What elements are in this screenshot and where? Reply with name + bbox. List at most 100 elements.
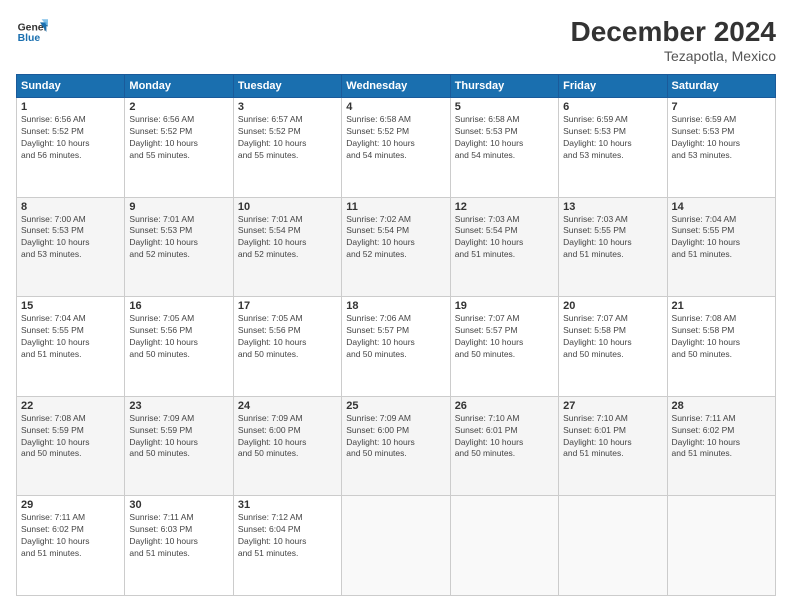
day-number: 23 [129,400,228,412]
col-monday: Monday [125,75,233,98]
logo: General Blue [16,16,48,48]
day-info: Sunrise: 7:11 AM Sunset: 6:03 PM Dayligh… [129,512,228,560]
table-row: 30Sunrise: 7:11 AM Sunset: 6:03 PM Dayli… [125,496,233,596]
day-info: Sunrise: 7:02 AM Sunset: 5:54 PM Dayligh… [346,214,445,262]
day-number: 4 [346,101,445,113]
day-info: Sunrise: 7:00 AM Sunset: 5:53 PM Dayligh… [21,214,120,262]
col-thursday: Thursday [450,75,558,98]
col-saturday: Saturday [667,75,775,98]
col-sunday: Sunday [17,75,125,98]
calendar-week-row: 1Sunrise: 6:56 AM Sunset: 5:52 PM Daylig… [17,98,776,198]
day-info: Sunrise: 7:04 AM Sunset: 5:55 PM Dayligh… [21,313,120,361]
table-row: 3Sunrise: 6:57 AM Sunset: 5:52 PM Daylig… [233,98,341,198]
table-row: 13Sunrise: 7:03 AM Sunset: 5:55 PM Dayli… [559,197,667,297]
day-number: 8 [21,201,120,213]
table-row: 12Sunrise: 7:03 AM Sunset: 5:54 PM Dayli… [450,197,558,297]
table-row [450,496,558,596]
day-info: Sunrise: 6:59 AM Sunset: 5:53 PM Dayligh… [672,114,771,162]
day-info: Sunrise: 6:57 AM Sunset: 5:52 PM Dayligh… [238,114,337,162]
table-row: 6Sunrise: 6:59 AM Sunset: 5:53 PM Daylig… [559,98,667,198]
day-info: Sunrise: 7:10 AM Sunset: 6:01 PM Dayligh… [455,413,554,461]
day-number: 12 [455,201,554,213]
table-row: 8Sunrise: 7:00 AM Sunset: 5:53 PM Daylig… [17,197,125,297]
table-row: 22Sunrise: 7:08 AM Sunset: 5:59 PM Dayli… [17,396,125,496]
subtitle: Tezapotla, Mexico [571,48,776,64]
day-number: 14 [672,201,771,213]
calendar-week-row: 8Sunrise: 7:00 AM Sunset: 5:53 PM Daylig… [17,197,776,297]
table-row: 15Sunrise: 7:04 AM Sunset: 5:55 PM Dayli… [17,297,125,397]
day-number: 6 [563,101,662,113]
day-number: 29 [21,499,120,511]
day-number: 13 [563,201,662,213]
day-number: 31 [238,499,337,511]
day-info: Sunrise: 7:05 AM Sunset: 5:56 PM Dayligh… [129,313,228,361]
day-number: 30 [129,499,228,511]
day-info: Sunrise: 7:04 AM Sunset: 5:55 PM Dayligh… [672,214,771,262]
day-info: Sunrise: 7:08 AM Sunset: 5:59 PM Dayligh… [21,413,120,461]
day-info: Sunrise: 7:07 AM Sunset: 5:58 PM Dayligh… [563,313,662,361]
day-info: Sunrise: 7:01 AM Sunset: 5:53 PM Dayligh… [129,214,228,262]
table-row [342,496,450,596]
day-number: 17 [238,300,337,312]
table-row: 24Sunrise: 7:09 AM Sunset: 6:00 PM Dayli… [233,396,341,496]
table-row: 19Sunrise: 7:07 AM Sunset: 5:57 PM Dayli… [450,297,558,397]
main-title: December 2024 [571,16,776,48]
day-number: 22 [21,400,120,412]
table-row: 7Sunrise: 6:59 AM Sunset: 5:53 PM Daylig… [667,98,775,198]
day-info: Sunrise: 7:07 AM Sunset: 5:57 PM Dayligh… [455,313,554,361]
day-number: 1 [21,101,120,113]
day-number: 2 [129,101,228,113]
day-info: Sunrise: 7:11 AM Sunset: 6:02 PM Dayligh… [21,512,120,560]
table-row: 1Sunrise: 6:56 AM Sunset: 5:52 PM Daylig… [17,98,125,198]
table-row: 4Sunrise: 6:58 AM Sunset: 5:52 PM Daylig… [342,98,450,198]
table-row: 28Sunrise: 7:11 AM Sunset: 6:02 PM Dayli… [667,396,775,496]
table-row: 27Sunrise: 7:10 AM Sunset: 6:01 PM Dayli… [559,396,667,496]
table-row: 11Sunrise: 7:02 AM Sunset: 5:54 PM Dayli… [342,197,450,297]
day-info: Sunrise: 7:03 AM Sunset: 5:54 PM Dayligh… [455,214,554,262]
day-number: 9 [129,201,228,213]
table-row: 14Sunrise: 7:04 AM Sunset: 5:55 PM Dayli… [667,197,775,297]
day-info: Sunrise: 7:10 AM Sunset: 6:01 PM Dayligh… [563,413,662,461]
day-number: 15 [21,300,120,312]
table-row: 16Sunrise: 7:05 AM Sunset: 5:56 PM Dayli… [125,297,233,397]
calendar-header-row: Sunday Monday Tuesday Wednesday Thursday… [17,75,776,98]
table-row: 23Sunrise: 7:09 AM Sunset: 5:59 PM Dayli… [125,396,233,496]
table-row: 25Sunrise: 7:09 AM Sunset: 6:00 PM Dayli… [342,396,450,496]
col-wednesday: Wednesday [342,75,450,98]
day-info: Sunrise: 7:09 AM Sunset: 5:59 PM Dayligh… [129,413,228,461]
day-number: 19 [455,300,554,312]
day-number: 7 [672,101,771,113]
day-info: Sunrise: 6:56 AM Sunset: 5:52 PM Dayligh… [129,114,228,162]
day-number: 10 [238,201,337,213]
table-row: 21Sunrise: 7:08 AM Sunset: 5:58 PM Dayli… [667,297,775,397]
svg-text:Blue: Blue [18,33,41,44]
day-number: 18 [346,300,445,312]
day-number: 28 [672,400,771,412]
day-number: 11 [346,201,445,213]
day-info: Sunrise: 6:56 AM Sunset: 5:52 PM Dayligh… [21,114,120,162]
day-info: Sunrise: 7:12 AM Sunset: 6:04 PM Dayligh… [238,512,337,560]
day-info: Sunrise: 6:58 AM Sunset: 5:52 PM Dayligh… [346,114,445,162]
table-row: 17Sunrise: 7:05 AM Sunset: 5:56 PM Dayli… [233,297,341,397]
day-info: Sunrise: 6:59 AM Sunset: 5:53 PM Dayligh… [563,114,662,162]
page-header: General Blue December 2024 Tezapotla, Me… [16,16,776,64]
day-info: Sunrise: 7:06 AM Sunset: 5:57 PM Dayligh… [346,313,445,361]
day-info: Sunrise: 7:03 AM Sunset: 5:55 PM Dayligh… [563,214,662,262]
col-friday: Friday [559,75,667,98]
day-info: Sunrise: 6:58 AM Sunset: 5:53 PM Dayligh… [455,114,554,162]
table-row: 31Sunrise: 7:12 AM Sunset: 6:04 PM Dayli… [233,496,341,596]
table-row: 26Sunrise: 7:10 AM Sunset: 6:01 PM Dayli… [450,396,558,496]
title-block: December 2024 Tezapotla, Mexico [571,16,776,64]
table-row: 18Sunrise: 7:06 AM Sunset: 5:57 PM Dayli… [342,297,450,397]
table-row: 29Sunrise: 7:11 AM Sunset: 6:02 PM Dayli… [17,496,125,596]
day-info: Sunrise: 7:09 AM Sunset: 6:00 PM Dayligh… [238,413,337,461]
day-info: Sunrise: 7:11 AM Sunset: 6:02 PM Dayligh… [672,413,771,461]
calendar-table: Sunday Monday Tuesday Wednesday Thursday… [16,74,776,596]
day-number: 20 [563,300,662,312]
calendar-week-row: 22Sunrise: 7:08 AM Sunset: 5:59 PM Dayli… [17,396,776,496]
calendar-week-row: 29Sunrise: 7:11 AM Sunset: 6:02 PM Dayli… [17,496,776,596]
day-number: 3 [238,101,337,113]
day-info: Sunrise: 7:05 AM Sunset: 5:56 PM Dayligh… [238,313,337,361]
col-tuesday: Tuesday [233,75,341,98]
day-number: 21 [672,300,771,312]
